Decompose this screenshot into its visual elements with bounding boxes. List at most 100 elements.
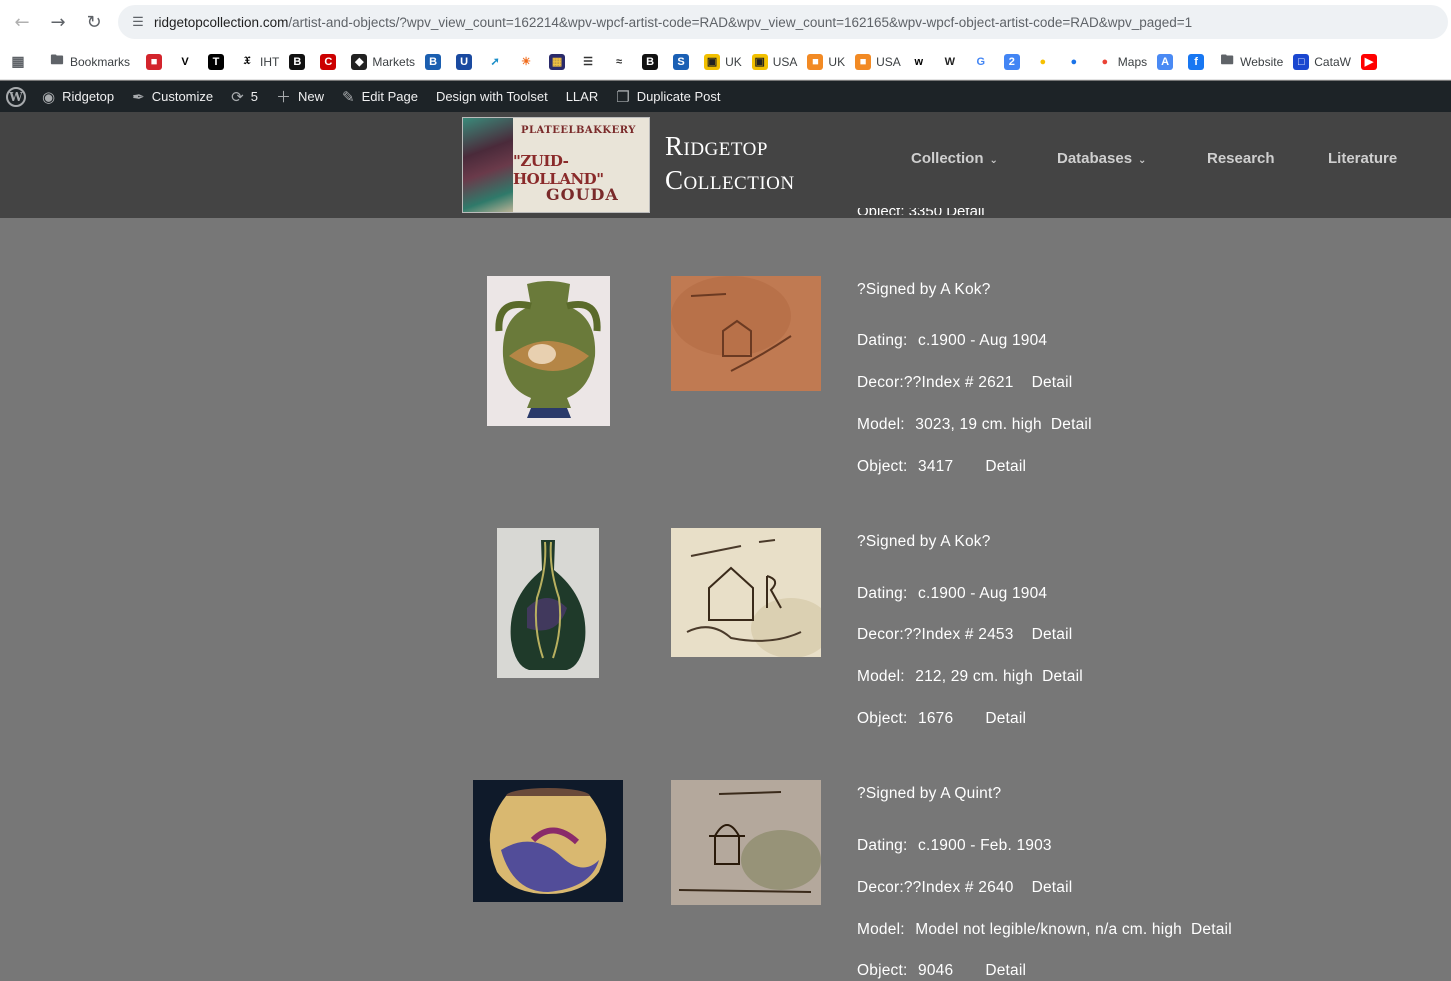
bookmark-red-logo[interactable]: ■ <box>146 50 167 74</box>
waves-icon: ≈ <box>611 53 628 70</box>
bookmark-markets[interactable]: ◆ Markets <box>351 50 415 74</box>
mark-photo[interactable] <box>671 528 821 657</box>
apps-grid-icon[interactable]: ▦ <box>10 50 31 74</box>
wp-llar-link[interactable]: LLAR <box>566 89 599 104</box>
bookmark-youtube[interactable]: ▶ <box>1360 50 1382 74</box>
wp-admin-bar: W ◉ Ridgetop ✒ Customize ⟳ 5 ＋ New ✎ Edit Pag… <box>0 81 1451 112</box>
bookmark-t[interactable]: T <box>208 50 229 74</box>
back-arrow-icon[interactable]: ← <box>4 4 40 40</box>
mark-photo[interactable] <box>671 276 821 391</box>
maps-icon: ● <box>1096 53 1113 70</box>
signed-by: ?Signed by A Quint? <box>857 785 1002 802</box>
nyt-icon: 𝔛 <box>239 53 256 70</box>
t-icon: T <box>208 53 225 70</box>
b-blue-icon: B <box>425 53 442 70</box>
object-detail-link[interactable]: Detail <box>985 458 1026 475</box>
wp-updates-link[interactable]: ⟳ 5 <box>231 88 258 106</box>
sun-icon: ☀ <box>518 53 535 70</box>
object-photo[interactable] <box>497 528 599 678</box>
bookmark-bookmarks[interactable]: 🖿 Bookmarks <box>49 50 130 74</box>
site-title[interactable]: Ridgetop Collection <box>665 129 795 197</box>
object-line: Object: 9046 Detail <box>857 962 1027 979</box>
bookmark-iht[interactable]: 𝔛 IHT <box>239 50 279 74</box>
wp-duplicate-link[interactable]: ❐ Duplicate Post <box>616 88 720 106</box>
nav-literature[interactable]: Literature <box>1328 150 1397 167</box>
reload-icon[interactable]: ↻ <box>76 4 112 40</box>
bookmark-maps[interactable]: ● Maps <box>1096 50 1147 74</box>
bookmark-b-circle[interactable]: B <box>289 50 310 74</box>
object-detail-link[interactable]: Detail <box>985 962 1026 979</box>
brush-icon: ✒ <box>132 87 145 106</box>
bookmark-website[interactable]: 🖿 Website <box>1219 50 1283 74</box>
plus-icon: ＋ <box>275 88 291 106</box>
bookmark-sun[interactable]: ☀ <box>518 50 539 74</box>
bookmark-cnn[interactable]: C <box>320 50 341 74</box>
tv-icon: ▣ <box>751 53 768 70</box>
object-photo[interactable] <box>487 276 610 426</box>
bookmark-arrow[interactable]: ➚ <box>487 50 508 74</box>
bookmark-bulb[interactable]: ● <box>1034 50 1056 74</box>
object-line: Object: 1676 Detail <box>857 710 1027 727</box>
bookmark-w-question[interactable]: w <box>910 50 932 74</box>
forward-arrow-icon[interactable]: → <box>40 4 76 40</box>
bookmark-uk[interactable]: ■ UK <box>807 50 845 74</box>
url-text[interactable]: ridgetopcollection.com/artist-and-object… <box>154 15 1192 30</box>
b-black-icon: B <box>642 53 659 70</box>
browser-toolbar: ← → ↻ ☰ ridgetopcollection.com/artist-an… <box>0 0 1451 44</box>
folder-icon: 🖿 <box>49 52 65 70</box>
model-line: Model: 3023, 19 cm. high Detail <box>857 416 1092 433</box>
model-detail-link[interactable]: Detail <box>1042 668 1083 685</box>
v-icon: V <box>177 53 194 70</box>
model-detail-link[interactable]: Detail <box>1051 416 1092 433</box>
bookmark-translate[interactable]: A <box>1157 50 1178 74</box>
nav-research[interactable]: Research <box>1207 150 1275 167</box>
u-blue-icon: U <box>456 53 473 70</box>
bookmark-uk[interactable]: ▣ UK <box>704 50 742 74</box>
wp-new-link[interactable]: ＋ New <box>276 86 324 107</box>
dating-line: Dating: c.1900 - Feb. 1903 <box>857 837 1052 854</box>
bookmark-facebook[interactable]: f <box>1188 50 1209 74</box>
wp-site-link[interactable]: ◉ Ridgetop <box>42 88 114 106</box>
bookmark-v[interactable]: V <box>177 50 198 74</box>
youtube-icon: ▶ <box>1360 53 1377 70</box>
bookmark-person[interactable]: ● <box>1065 50 1087 74</box>
bookmark-grid[interactable]: ☰ <box>580 50 601 74</box>
cnn-icon: C <box>320 53 337 70</box>
translate-icon: A <box>1157 53 1174 70</box>
bookmark-waves[interactable]: ≈ <box>611 50 632 74</box>
wp-edit-page-link[interactable]: ✎ Edit Page <box>342 88 418 106</box>
object-photo[interactable] <box>473 780 623 902</box>
wordpress-icon[interactable]: W <box>6 86 26 107</box>
nav-databases[interactable]: Databases ⌄ <box>1057 150 1146 167</box>
bookmark-sf[interactable]: S <box>673 50 694 74</box>
bookmark-calendar[interactable]: 2 <box>1003 50 1025 74</box>
bookmark-usa[interactable]: ■ USA <box>855 50 901 74</box>
wp-toolset-link[interactable]: Design with Toolset <box>436 89 548 104</box>
bookmark-wikipedia[interactable]: W <box>941 50 963 74</box>
bookmark-google[interactable]: G <box>972 50 994 74</box>
decor-detail-link[interactable]: Detail <box>1032 879 1073 896</box>
decor-detail-link[interactable]: Detail <box>1032 626 1073 643</box>
bookmark-usa[interactable]: ▣ USA <box>751 50 797 74</box>
bookmark-b-black[interactable]: B <box>642 50 663 74</box>
address-bar[interactable]: ☰ ridgetopcollection.com/artist-and-obje… <box>118 5 1448 39</box>
bookmark-b-blue[interactable]: B <box>425 50 446 74</box>
nav-collection[interactable]: Collection ⌄ <box>911 150 998 167</box>
red-logo-icon: ■ <box>146 53 163 70</box>
model-detail-link[interactable]: Detail <box>1191 921 1232 938</box>
decor-detail-link[interactable]: Detail <box>1032 374 1073 391</box>
object-line: Object: 3417 Detail <box>857 458 1027 475</box>
bookmark-chart[interactable]: ▦ <box>549 50 570 74</box>
facebook-icon: f <box>1188 53 1205 70</box>
site-info-icon[interactable]: ☰ <box>122 14 154 30</box>
bulb-icon: ● <box>1034 53 1051 70</box>
mark-photo[interactable] <box>671 780 821 905</box>
bookmark-cataw[interactable]: □ CataW <box>1293 50 1351 74</box>
object-detail-link[interactable]: Detail <box>985 710 1026 727</box>
bookmark-u-blue[interactable]: U <box>456 50 477 74</box>
wp-customize-link[interactable]: ✒ Customize <box>132 88 213 106</box>
site-logo[interactable]: PLATEELBAKKERY "ZUID-HOLLAND" GOUDA <box>462 117 650 213</box>
wikipedia-icon: W <box>941 53 958 70</box>
vase-photo-3 <box>473 780 623 902</box>
vase-photo-1 <box>487 276 610 426</box>
